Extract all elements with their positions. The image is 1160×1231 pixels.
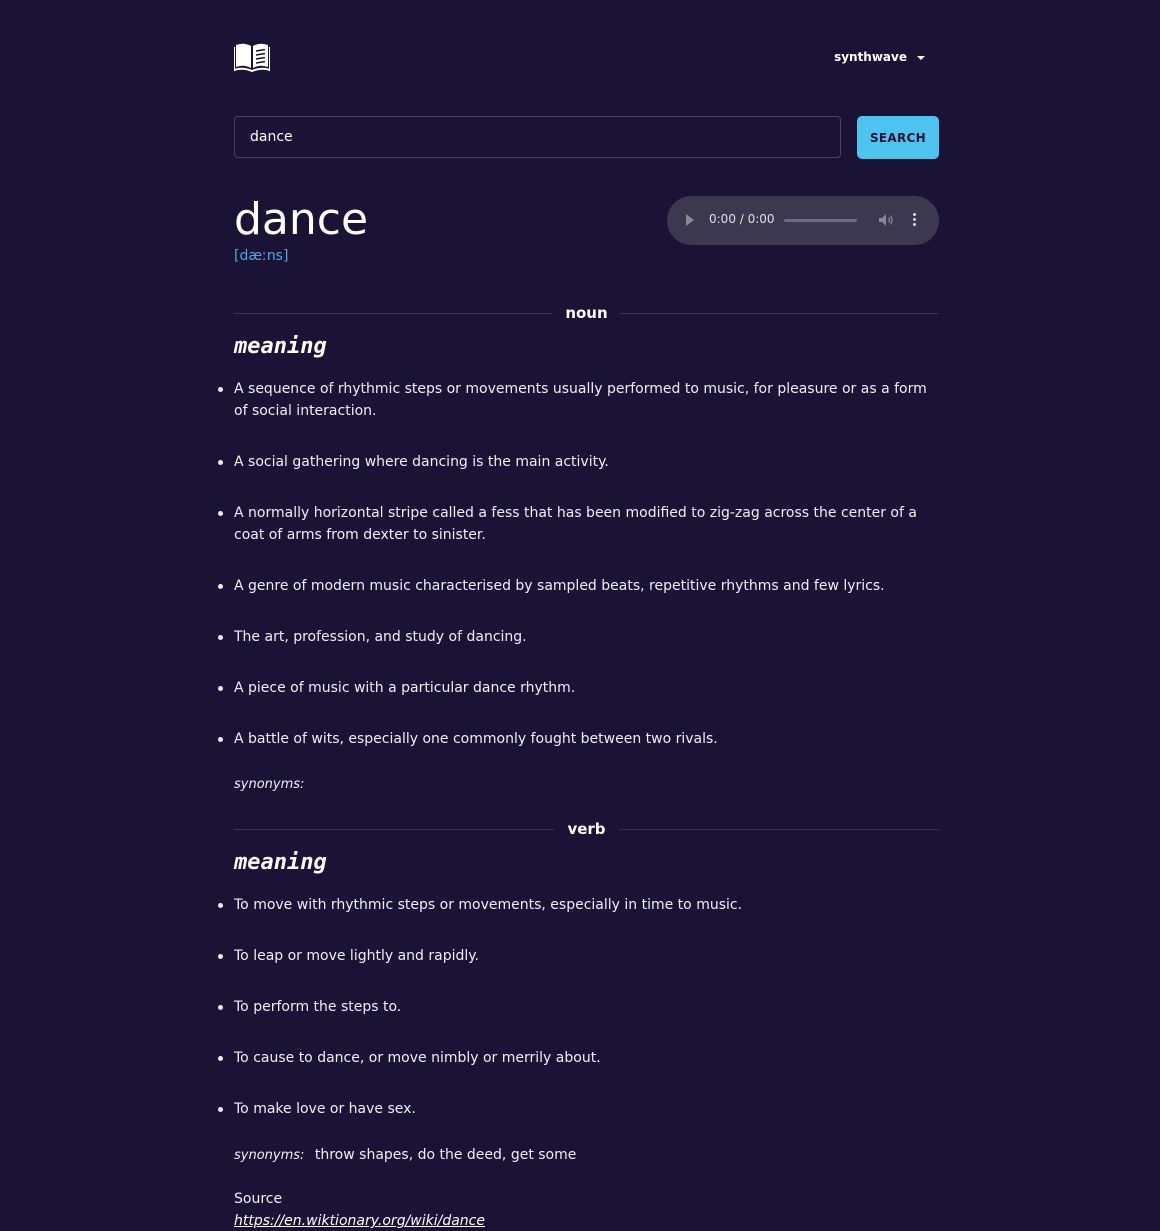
synonyms-label: synonyms: xyxy=(234,1148,305,1163)
verb-synonyms: synonyms: throw shapes, do the deed, get… xyxy=(234,1147,576,1163)
play-icon[interactable] xyxy=(686,214,694,226)
definition-item: A social gathering where dancing is the … xyxy=(218,451,939,473)
search-button[interactable]: SEARCH xyxy=(857,116,939,159)
word-title: dance xyxy=(234,194,369,245)
definition-item: A battle of wits, especially one commonl… xyxy=(218,728,939,750)
theme-dropdown[interactable]: synthwave xyxy=(834,50,925,64)
more-options-icon[interactable] xyxy=(913,213,917,229)
audio-player[interactable]: 0:00 / 0:00 xyxy=(667,196,939,245)
divider-line xyxy=(619,829,939,830)
header: synthwave xyxy=(234,40,939,74)
audio-progress-slider[interactable] xyxy=(784,219,857,222)
open-book-icon[interactable] xyxy=(234,40,270,72)
definition-item: To make love or have sex. xyxy=(218,1098,939,1120)
definition-item: To perform the steps to. xyxy=(218,996,939,1018)
synonyms-label: synonyms: xyxy=(234,777,305,792)
source-label: Source xyxy=(234,1191,283,1207)
definition-item: A genre of modern music characterised by… xyxy=(218,575,939,597)
definition-item: The art, profession, and study of dancin… xyxy=(218,626,939,648)
meaning-heading: meaning xyxy=(234,334,327,359)
meaning-heading: meaning xyxy=(234,850,327,875)
dictionary-page: synthwave SEARCH dance [dæːns] 0:00 / 0:… xyxy=(0,0,1160,1231)
search-bar: SEARCH xyxy=(234,116,939,160)
search-input[interactable] xyxy=(234,116,841,158)
chevron-down-icon xyxy=(917,55,925,60)
divider-line xyxy=(620,313,939,314)
definition-item: A normally horizontal stripe called a fe… xyxy=(218,502,939,546)
definition-item: To move with rhythmic steps or movements… xyxy=(218,894,939,916)
synonyms-list: throw shapes, do the deed, get some xyxy=(314,1147,577,1163)
noun-synonyms: synonyms: xyxy=(234,776,310,792)
volume-icon[interactable] xyxy=(878,213,894,227)
audio-time: 0:00 / 0:00 xyxy=(709,212,775,226)
definition-item: To leap or move lightly and rapidly. xyxy=(218,945,939,967)
verb-divider: verb xyxy=(234,820,939,840)
theme-dropdown-label: synthwave xyxy=(834,50,907,64)
noun-divider: noun xyxy=(234,304,939,324)
phonetic: [dæːns] xyxy=(234,248,289,264)
definition-item: A sequence of rhythmic steps or movement… xyxy=(218,378,939,422)
definition-item: A piece of music with a particular dance… xyxy=(218,677,939,699)
definition-item: To cause to dance, or move nimbly or mer… xyxy=(218,1047,939,1069)
source-link[interactable]: https://en.wiktionary.org/wiki/dance xyxy=(234,1213,485,1229)
